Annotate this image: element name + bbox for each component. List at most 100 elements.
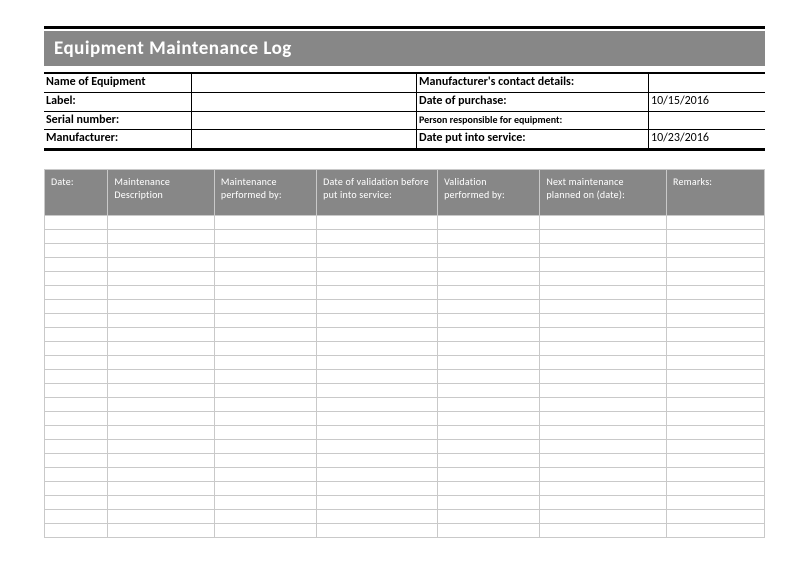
table-cell [540,314,667,328]
table-cell [317,468,438,482]
table-cell [438,272,540,286]
table-cell [45,230,108,244]
table-cell [438,398,540,412]
table-cell [438,496,540,510]
table-cell [540,258,667,272]
table-cell [108,272,215,286]
table-cell [108,440,215,454]
table-cell [108,384,215,398]
table-cell [317,384,438,398]
table-cell [214,258,316,272]
table-cell [438,440,540,454]
table-row [45,440,765,454]
table-row [45,258,765,272]
table-cell [317,356,438,370]
table-cell [667,314,765,328]
table-row [45,272,765,286]
top-rule [44,26,765,29]
table-row [45,384,765,398]
table-cell [317,314,438,328]
table-cell [45,356,108,370]
table-cell [108,454,215,468]
table-cell [45,370,108,384]
serial-number-value [192,112,417,131]
table-cell [540,468,667,482]
maintenance-log-table: Date: Maintenance Description Maintenanc… [44,169,765,538]
table-cell [317,258,438,272]
document-page: Equipment Maintenance Log Name of Equipm… [0,0,809,573]
table-cell [45,286,108,300]
table-cell [214,496,316,510]
manufacturer-contact-value [649,74,765,93]
table-cell [438,426,540,440]
table-cell [438,216,540,230]
table-cell [667,244,765,258]
table-cell [108,258,215,272]
table-cell [317,216,438,230]
table-cell [214,272,316,286]
table-cell [214,230,316,244]
table-cell [540,216,667,230]
table-cell [108,286,215,300]
table-cell [667,328,765,342]
table-cell [108,510,215,524]
table-row [45,496,765,510]
table-cell [214,300,316,314]
table-cell [108,370,215,384]
table-cell [214,482,316,496]
table-cell [108,426,215,440]
person-responsible-value [649,112,765,131]
table-cell [108,524,215,538]
table-cell [438,314,540,328]
table-cell [317,244,438,258]
table-cell [317,342,438,356]
table-cell [317,412,438,426]
table-cell [438,412,540,426]
table-cell [667,524,765,538]
table-cell [214,314,316,328]
table-cell [214,398,316,412]
col-remarks: Remarks: [667,170,765,216]
table-cell [540,272,667,286]
table-cell [540,384,667,398]
table-cell [317,272,438,286]
table-cell [45,468,108,482]
table-cell [45,244,108,258]
table-cell [667,440,765,454]
table-row [45,370,765,384]
table-cell [540,482,667,496]
table-cell [108,412,215,426]
table-cell [317,440,438,454]
table-cell [108,496,215,510]
table-header-row: Date: Maintenance Description Maintenanc… [45,170,765,216]
table-cell [317,426,438,440]
table-cell [540,426,667,440]
page-title: Equipment Maintenance Log [44,31,765,66]
table-cell [108,244,215,258]
table-cell [317,286,438,300]
table-cell [317,230,438,244]
table-cell [45,314,108,328]
table-cell [540,356,667,370]
table-cell [45,524,108,538]
table-cell [214,468,316,482]
table-cell [317,328,438,342]
table-cell [214,524,316,538]
table-cell [45,300,108,314]
table-cell [667,258,765,272]
table-row [45,454,765,468]
table-cell [540,328,667,342]
table-cell [108,300,215,314]
table-cell [317,454,438,468]
table-cell [667,510,765,524]
table-row [45,314,765,328]
table-cell [317,398,438,412]
table-row [45,286,765,300]
table-row [45,230,765,244]
table-row [45,412,765,426]
table-cell [438,286,540,300]
date-put-into-service-value: 10/23/2016 [649,130,765,149]
col-maintenance-performed-by: Maintenance performed by: [214,170,316,216]
table-cell [214,356,316,370]
table-row [45,482,765,496]
